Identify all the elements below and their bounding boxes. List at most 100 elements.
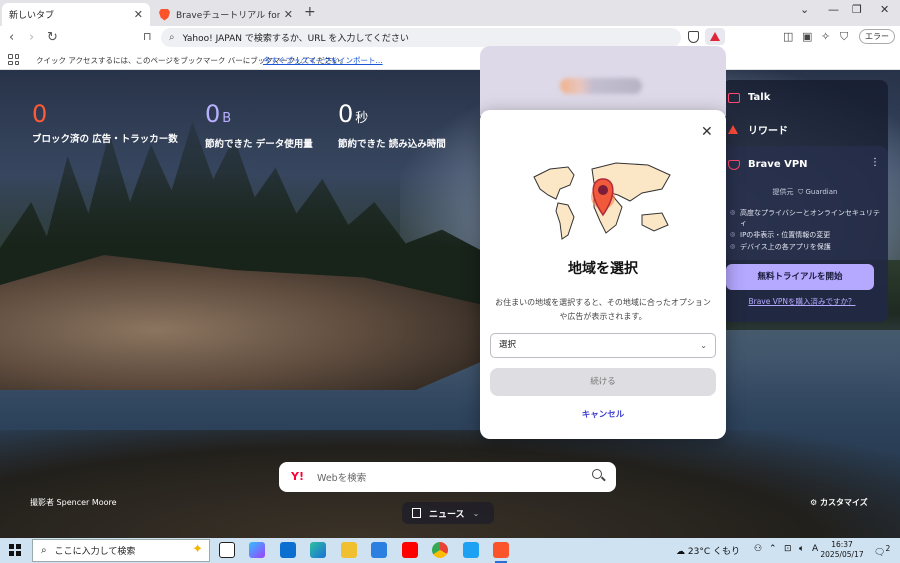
widget-talk[interactable]: Talk: [728, 92, 770, 103]
weather-widget[interactable]: ☁ 23°C くもり: [676, 544, 740, 557]
notification-icon[interactable]: 🗨︎2: [874, 544, 890, 558]
file-explorer-icon[interactable]: [341, 542, 357, 558]
task-view-icon[interactable]: [219, 542, 235, 558]
dialog-description: お住まいの地域を選択すると、その地域に合ったオプションや広告が表示されます。: [495, 298, 711, 321]
stat-blocked-trackers: 0 ブロック済の 広告・トラッカー数: [32, 100, 178, 145]
wallet-icon[interactable]: ▣: [802, 30, 812, 43]
more-options-icon[interactable]: ⋮: [870, 157, 880, 168]
stat-label: ブロック済の 広告・トラッカー数: [32, 134, 178, 145]
customize-button[interactable]: ⚙ カスタマイズ: [810, 497, 868, 508]
volume-icon[interactable]: 🔈︎: [799, 544, 804, 554]
taskbar-search-input[interactable]: ⌕ ここに入力して検索 ✦: [32, 539, 210, 562]
edge-icon[interactable]: [310, 542, 326, 558]
back-icon[interactable]: ‹: [9, 30, 14, 45]
vpn-feature: IPの非表示・位置情報の変更: [730, 230, 880, 240]
photo-credit: 撮影者 Spencer Moore: [30, 498, 117, 507]
import-bookmarks-link[interactable]: 今すぐブックマークをインポート...: [263, 55, 383, 66]
tab-brave-tutorial[interactable]: Braveチュートリアル for Desktop | Brave ✕: [152, 3, 300, 26]
tab-close-icon[interactable]: ✕: [134, 8, 143, 21]
people-icon[interactable]: ⚇: [754, 544, 762, 554]
vpn-provider: 提供元 ⛉ Guardian: [722, 187, 888, 197]
widget-rewards-label: リワード: [748, 126, 788, 137]
youtube-icon[interactable]: [402, 542, 418, 558]
vpn-title: Brave VPN: [728, 159, 808, 170]
chrome-icon[interactable]: [432, 542, 448, 558]
search-highlight-icon: ✦: [192, 542, 203, 557]
taskbar-search-placeholder: ここに入力して検索: [54, 547, 136, 557]
talk-icon: [728, 92, 740, 103]
rewards-triangle-icon: [710, 32, 720, 41]
blurred-content: [560, 78, 642, 94]
vpn-feature-list: 高度なプライバシーとオンラインセキュリティ IPの非表示・位置情報の変更 デバイ…: [730, 208, 880, 254]
widget-rewards[interactable]: リワード: [728, 122, 788, 137]
tab-new-tab[interactable]: 新しいタブ ✕: [2, 3, 150, 26]
network-icon[interactable]: ⊡: [784, 544, 792, 554]
address-bar-placeholder: Yahoo! JAPAN で検索するか、URL を入力してください: [182, 34, 409, 44]
cancel-button[interactable]: キャンセル: [480, 408, 726, 420]
vpn-feature: デバイス上の各アプリを保護: [730, 242, 880, 252]
continue-button[interactable]: 続ける: [490, 368, 716, 396]
apps-grid-icon[interactable]: [8, 54, 19, 65]
outlook-icon[interactable]: [280, 542, 296, 558]
error-menu-button[interactable]: エラー: [859, 29, 895, 44]
customize-label: カスタマイズ: [819, 498, 868, 507]
bookmarks-bar: クイック アクセスするには、このページをブックマーク バーにブックマークしてくだ…: [0, 50, 900, 70]
close-icon[interactable]: ✕: [701, 124, 713, 140]
brave-taskbar-icon[interactable]: [493, 542, 509, 563]
notification-count: 2: [885, 544, 891, 553]
vpn-already-purchased-link[interactable]: Brave VPNを購入済みですか？: [722, 296, 882, 307]
brave-shields-icon[interactable]: [688, 31, 699, 43]
vpn-provider-name: Guardian: [805, 188, 838, 196]
twitter-icon[interactable]: [463, 542, 479, 558]
stat-value: 0: [32, 100, 48, 128]
vpn-feature: 高度なプライバシーとオンラインセキュリティ: [730, 208, 880, 228]
search-placeholder: Webを検索: [317, 473, 367, 484]
vpn-provided-by: 提供元: [772, 188, 794, 196]
ime-mode-indicator[interactable]: A: [812, 544, 818, 554]
clock-time: 16:37: [831, 540, 853, 549]
brave-rewards-button[interactable]: [705, 28, 725, 45]
bookmark-icon[interactable]: ⊓: [143, 30, 152, 43]
tab-title: 新しいタブ: [9, 11, 55, 21]
taskbar-clock[interactable]: 16:37 2025/05/17: [820, 540, 864, 560]
copilot-icon[interactable]: [249, 542, 265, 558]
search-icon[interactable]: [592, 469, 602, 479]
news-label: ニュース: [429, 509, 465, 520]
tab-title: Braveチュートリアル for Desktop | Brave: [176, 11, 280, 21]
search-icon: ⌕: [41, 545, 47, 556]
region-select[interactable]: 選択 ⌄: [490, 333, 716, 358]
vpn-shield-icon: [728, 159, 740, 170]
chevron-down-icon: ⌄: [472, 508, 480, 518]
dialog-title: 地域を選択: [568, 261, 638, 277]
world-map-illustration: [533, 162, 671, 240]
stat-value: 0秒: [338, 100, 369, 128]
news-button[interactable]: ニュース ⌄: [402, 502, 494, 524]
web-search-box[interactable]: Y! Webを検索: [279, 462, 616, 492]
tab-close-icon[interactable]: ✕: [284, 8, 293, 21]
vpn-icon[interactable]: ⛉: [840, 30, 848, 44]
windows-taskbar: ⌕ ここに入力して検索 ✦ ☁ 23°C くもり ⚇ ⌃ ⊡ 🔈︎ A 16:3…: [0, 538, 900, 563]
tab-list-chevron-icon[interactable]: ⌄: [800, 3, 809, 16]
guardian-icon: ⛉: [797, 188, 804, 196]
sidebar-icon[interactable]: ◫: [783, 30, 793, 43]
widget-talk-label: Talk: [748, 92, 771, 103]
address-bar[interactable]: ⌕ Yahoo! JAPAN で検索するか、URL を入力してください: [161, 28, 681, 47]
stat-label: 節約できた 読み込み時間: [338, 139, 446, 150]
ms-store-icon[interactable]: [371, 542, 387, 558]
forward-icon[interactable]: ›: [29, 30, 34, 45]
stat-bandwidth-saved: 0B 節約できた データ使用量: [205, 100, 313, 150]
reload-icon[interactable]: ↻: [47, 30, 58, 45]
tray-chevron-up-icon[interactable]: ⌃: [769, 544, 777, 554]
new-tab-icon[interactable]: +: [304, 4, 316, 20]
leo-ai-icon[interactable]: ✧: [821, 30, 830, 43]
customize-icon: ⚙: [810, 498, 818, 507]
vpn-start-trial-button[interactable]: 無料トライアルを開始: [726, 264, 874, 290]
yahoo-logo-icon: Y!: [291, 470, 304, 483]
minimize-icon[interactable]: —: [828, 3, 839, 16]
stat-time-saved: 0秒 節約できた 読み込み時間: [338, 100, 446, 150]
window-close-icon[interactable]: ✕: [880, 3, 889, 16]
rewards-panel-header: [480, 46, 726, 116]
weather-text: 23°C くもり: [687, 547, 740, 557]
restore-icon[interactable]: ❐: [852, 3, 862, 16]
start-button[interactable]: [9, 544, 21, 556]
